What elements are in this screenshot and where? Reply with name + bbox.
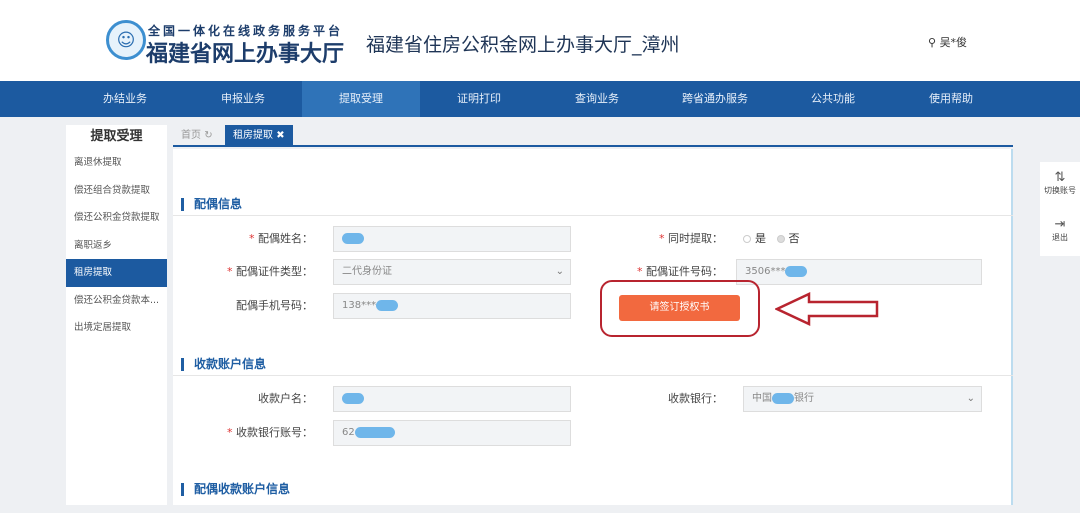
tab-current-label: 租房提取 xyxy=(233,130,273,141)
divider xyxy=(173,215,1013,216)
spouse-name-label: * 配偶姓名： xyxy=(249,232,313,245)
section-title: 收款账户信息 xyxy=(181,358,266,371)
nav-item[interactable]: 申报业务 xyxy=(184,81,302,117)
bank-label: 收款银行： xyxy=(668,392,723,405)
sign-authorization-button[interactable]: 请签订授权书 xyxy=(619,295,740,321)
refresh-icon[interactable]: ↻ xyxy=(204,130,212,141)
sidebar-item[interactable]: 偿还公积金贷款提取 xyxy=(66,204,167,232)
payee-name-label: 收款户名： xyxy=(258,392,313,405)
tab-bar: 首页 ↻ 租房提取 ✖ xyxy=(173,125,1013,147)
section-title: 配偶收款账户信息 xyxy=(181,483,290,496)
nav-item-active[interactable]: 提取受理 xyxy=(302,81,420,117)
nav-item[interactable]: 办结业务 xyxy=(66,81,184,117)
nav-item[interactable]: 跨省通办服务 xyxy=(656,81,774,117)
chevron-down-icon: ⌄ xyxy=(555,266,564,277)
header: ☺ 全国一体化在线政务服务平台 福建省网上办事大厅 福建省住房公积金网上办事大厅… xyxy=(0,0,1080,81)
same-withdraw-label: * 同时提取： xyxy=(659,232,723,245)
sidebar-title: 提取受理 xyxy=(90,129,143,144)
radio-no[interactable] xyxy=(776,235,785,243)
sidebar-item[interactable]: 出境定居提取 xyxy=(66,314,167,342)
switch-account-button[interactable]: ⇅ 切换账号 xyxy=(1040,162,1080,209)
site-title: 福建省住房公积金网上办事大厅_漳州 xyxy=(366,34,680,56)
sidebar-item[interactable]: 离退休提取 xyxy=(66,149,167,177)
platform-logo-icon: ☺ xyxy=(106,20,146,60)
form-panel: 配偶信息 * 配偶姓名： * 同时提取： 是 否 * 配偶证件类型： 二代身份证… xyxy=(173,149,1013,505)
close-icon[interactable]: ✖ xyxy=(276,130,284,141)
sidebar: 提取受理 离退休提取 偿还组合贷款提取 偿还公积金贷款提取 离职返乡 租房提取 … xyxy=(66,125,167,505)
tab-home-label: 首页 xyxy=(181,130,201,141)
nav-item[interactable]: 证明打印 xyxy=(420,81,538,117)
sidebar-item[interactable]: 偿还组合贷款提取 xyxy=(66,177,167,205)
same-withdraw-radio[interactable]: 是 否 xyxy=(743,232,800,246)
phone-field[interactable]: 138*** xyxy=(333,293,571,319)
account-no-field[interactable]: 62 xyxy=(333,420,571,446)
tab-current[interactable]: 租房提取 ✖ xyxy=(225,125,293,147)
phone-label: 配偶手机号码： xyxy=(236,299,313,312)
nav-item[interactable]: 使用帮助 xyxy=(892,81,1010,117)
user-icon: ⚲ xyxy=(928,36,937,49)
id-no-field[interactable]: 3506*** xyxy=(736,259,982,285)
user-name: 吴*俊 xyxy=(939,36,968,49)
user-menu[interactable]: ⚲ 吴*俊 xyxy=(928,34,967,50)
platform-name: 福建省网上办事大厅 xyxy=(146,41,345,67)
switch-icon: ⇅ xyxy=(1054,170,1066,185)
spouse-name-field[interactable] xyxy=(333,226,571,252)
section-title: 配偶信息 xyxy=(181,198,242,211)
right-float-panel: ⇅ 切换账号 ⇥ 退出 xyxy=(1040,162,1080,256)
sidebar-item-active[interactable]: 租房提取 xyxy=(66,259,167,287)
sidebar-item[interactable]: 离职返乡 xyxy=(66,232,167,260)
id-type-label: * 配偶证件类型： xyxy=(227,265,313,278)
chevron-down-icon: ⌄ xyxy=(966,393,975,404)
nav-item[interactable]: 公共功能 xyxy=(774,81,892,117)
id-type-select[interactable]: 二代身份证 ⌄ xyxy=(333,259,571,285)
account-no-label: * 收款银行账号： xyxy=(227,426,313,439)
tab-home[interactable]: 首页 ↻ xyxy=(173,125,221,147)
nav-item[interactable]: 查询业务 xyxy=(538,81,656,117)
sidebar-item[interactable]: 偿还公积金贷款本... xyxy=(66,287,167,315)
radio-yes[interactable] xyxy=(743,235,751,243)
main-nav: 办结业务 申报业务 提取受理 证明打印 查询业务 跨省通办服务 公共功能 使用帮… xyxy=(0,81,1080,117)
payee-name-field[interactable] xyxy=(333,386,571,412)
logout-button[interactable]: ⇥ 退出 xyxy=(1040,209,1080,256)
arrow-annotation-icon xyxy=(775,292,879,326)
divider xyxy=(173,375,1013,376)
bank-select[interactable]: 中国 银行 ⌄ xyxy=(743,386,982,412)
logout-icon: ⇥ xyxy=(1054,217,1066,232)
